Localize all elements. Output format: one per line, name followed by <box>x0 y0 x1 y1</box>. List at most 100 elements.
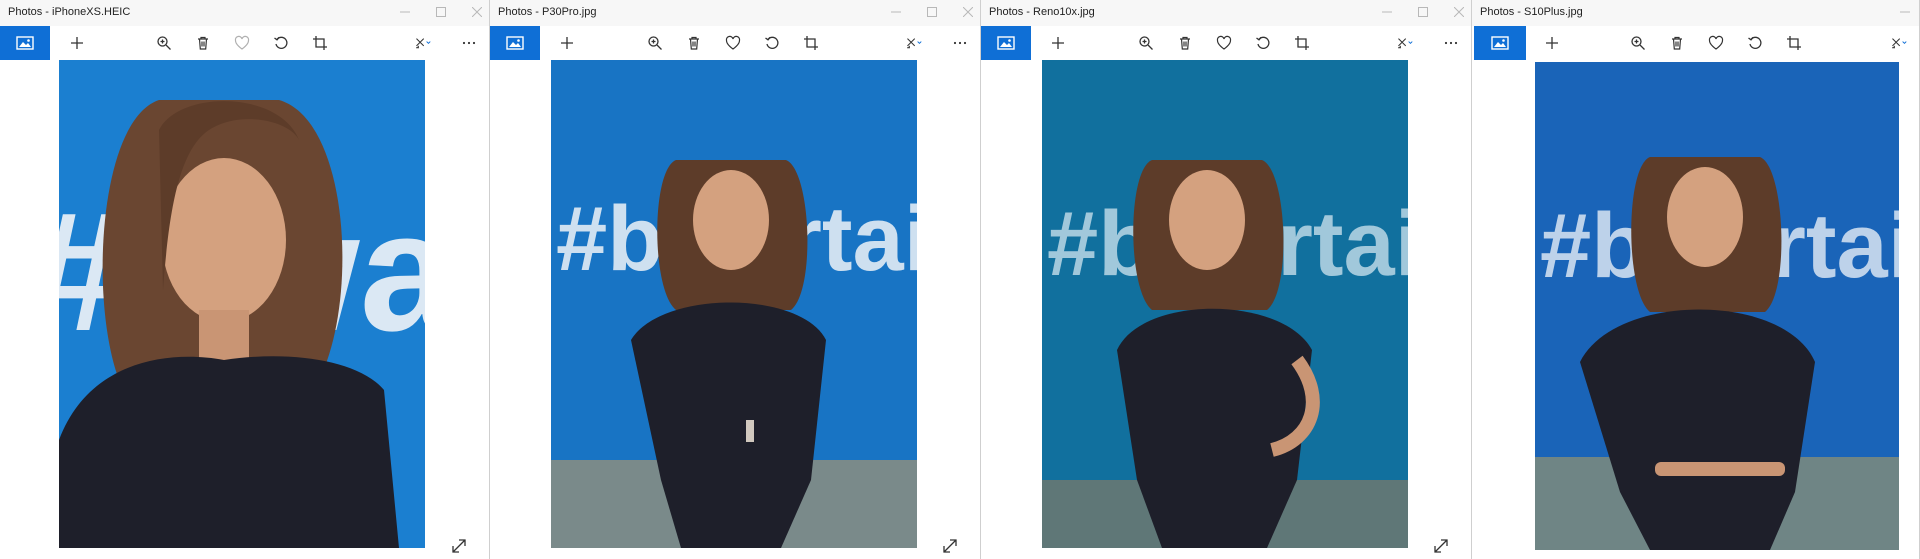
photos-window-p30pro: Photos - P30Pro.jpg <box>490 0 981 559</box>
photos-window-iphonexs: Photos - iPhoneXS.HEIC <box>0 0 490 559</box>
edit-create-button[interactable] <box>404 26 442 60</box>
rotate-icon <box>765 36 779 49</box>
crop-button[interactable] <box>1780 26 1808 60</box>
favorite-button[interactable] <box>1702 26 1730 60</box>
add-icon <box>1052 37 1064 49</box>
title-bar[interactable]: Photos - P30Pro.jpg <box>490 0 981 26</box>
crop-icon <box>1787 36 1801 50</box>
portrait-photo-full: #bwartai <box>1535 62 1899 550</box>
minimize-button[interactable] <box>398 4 412 20</box>
title-bar[interactable]: Photos - iPhoneXS.HEIC <box>0 0 490 26</box>
maximize-button[interactable] <box>434 4 448 20</box>
edit-create-icon <box>416 38 431 49</box>
zoom-icon <box>1631 36 1645 50</box>
delete-button[interactable] <box>1663 26 1691 60</box>
minimize-button[interactable] <box>1898 4 1912 20</box>
crop-button[interactable] <box>306 26 334 60</box>
minimize-button[interactable] <box>889 4 903 20</box>
favorite-icon <box>1216 35 1232 50</box>
delete-icon <box>198 36 208 50</box>
photo-view[interactable]: #bwartai <box>1535 62 1899 550</box>
add-button[interactable] <box>1043 26 1073 60</box>
delete-icon <box>689 36 699 50</box>
window-title: Photos - iPhoneXS.HEIC <box>8 6 131 18</box>
favorite-button[interactable] <box>719 26 747 60</box>
photos-home-button[interactable] <box>981 26 1031 60</box>
crop-icon <box>1295 36 1309 50</box>
delete-icon <box>1180 36 1190 50</box>
add-button[interactable] <box>552 26 582 60</box>
photo-view[interactable]: #bwartai <box>1042 60 1408 548</box>
favorite-icon <box>234 35 250 50</box>
window-title: Photos - P30Pro.jpg <box>498 6 597 18</box>
photos-home-icon <box>997 36 1015 50</box>
expand-icon <box>1434 539 1448 553</box>
rotate-button[interactable] <box>267 26 295 60</box>
photos-home-icon <box>506 36 524 50</box>
rotate-button[interactable] <box>758 26 786 60</box>
expand-icon <box>943 539 957 553</box>
delete-button[interactable] <box>680 26 708 60</box>
portrait-photo-closeup: #bwar <box>59 60 425 548</box>
edit-create-button[interactable] <box>1880 26 1918 60</box>
more-icon <box>462 41 476 45</box>
delete-button[interactable] <box>189 26 217 60</box>
delete-button[interactable] <box>1171 26 1199 60</box>
add-button[interactable] <box>1537 26 1567 60</box>
photo-toolbar <box>0 26 490 60</box>
photo-toolbar <box>981 26 1472 60</box>
more-button[interactable] <box>455 26 483 60</box>
edit-create-icon <box>1892 38 1907 49</box>
fullscreen-button[interactable] <box>450 537 468 555</box>
rotate-button[interactable] <box>1741 26 1769 60</box>
close-button[interactable] <box>470 4 484 20</box>
photo-view[interactable]: #bwar <box>59 60 425 548</box>
photos-home-button[interactable] <box>490 26 540 60</box>
more-icon <box>1444 41 1458 45</box>
edit-create-icon <box>907 38 922 49</box>
crop-button[interactable] <box>1288 26 1316 60</box>
zoom-button[interactable] <box>641 26 669 60</box>
zoom-icon <box>157 36 171 50</box>
portrait-photo-full: #bwartai <box>1042 60 1408 548</box>
zoom-button[interactable] <box>1132 26 1160 60</box>
title-bar[interactable]: Photos - S10Plus.jpg <box>1472 0 1920 26</box>
crop-button[interactable] <box>797 26 825 60</box>
add-icon <box>561 37 573 49</box>
add-button[interactable] <box>62 26 92 60</box>
more-button[interactable] <box>1437 26 1465 60</box>
rotate-button[interactable] <box>1249 26 1277 60</box>
zoom-button[interactable] <box>150 26 178 60</box>
photo-toolbar <box>490 26 981 60</box>
add-icon <box>71 37 83 49</box>
photos-window-reno10x: Photos - Reno10x.jpg <box>981 0 1472 559</box>
photo-view[interactable]: #bwartai <box>551 60 917 548</box>
close-button[interactable] <box>961 4 975 20</box>
fullscreen-button[interactable] <box>1432 537 1450 555</box>
photos-home-button[interactable] <box>1474 26 1526 60</box>
edit-create-button[interactable] <box>1386 26 1424 60</box>
caption-buttons <box>1380 4 1466 20</box>
edit-create-button[interactable] <box>895 26 933 60</box>
rotate-icon <box>1748 36 1762 49</box>
close-button[interactable] <box>1452 4 1466 20</box>
more-icon <box>953 41 967 45</box>
photos-home-icon <box>1491 36 1509 50</box>
maximize-button[interactable] <box>925 4 939 20</box>
minimize-button[interactable] <box>1380 4 1394 20</box>
photo-toolbar <box>1472 26 1920 60</box>
zoom-icon <box>648 36 662 50</box>
edit-create-icon <box>1398 38 1413 49</box>
maximize-button[interactable] <box>1416 4 1430 20</box>
rotate-icon <box>274 36 288 49</box>
crop-icon <box>313 36 327 50</box>
favorite-button[interactable] <box>1210 26 1238 60</box>
fullscreen-button[interactable] <box>941 537 959 555</box>
delete-icon <box>1672 36 1682 50</box>
title-bar[interactable]: Photos - Reno10x.jpg <box>981 0 1472 26</box>
window-title: Photos - Reno10x.jpg <box>989 6 1095 18</box>
photos-home-button[interactable] <box>0 26 50 60</box>
zoom-button[interactable] <box>1624 26 1652 60</box>
more-button[interactable] <box>946 26 974 60</box>
favorite-button[interactable] <box>228 26 256 60</box>
